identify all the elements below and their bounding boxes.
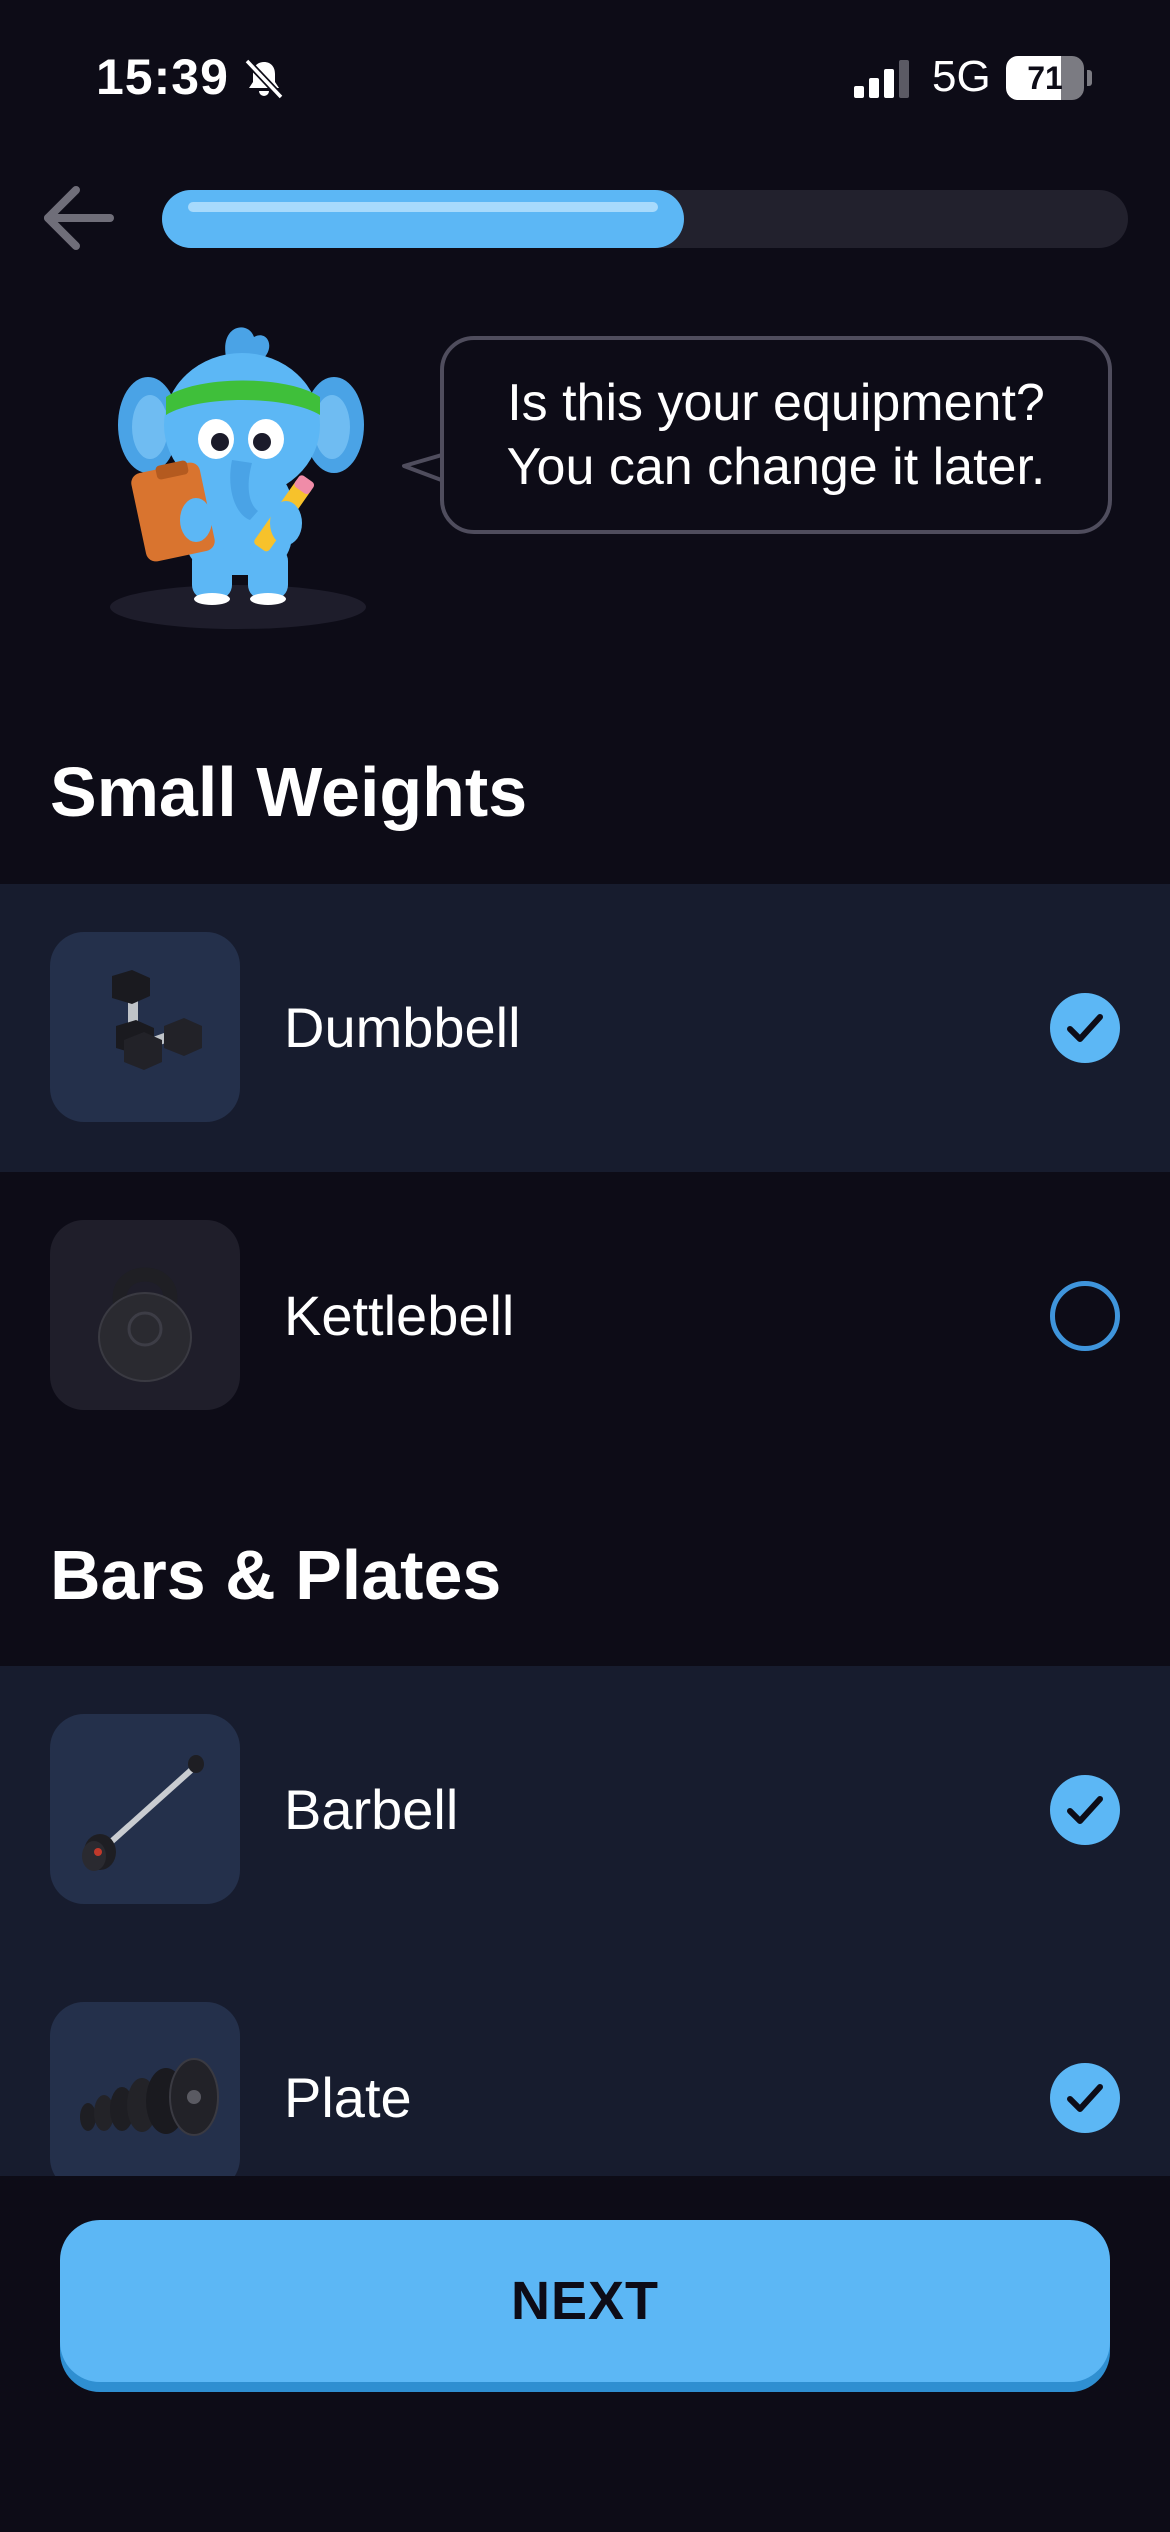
equipment-label: Dumbbell (284, 996, 521, 1059)
arrow-left-icon (44, 186, 114, 250)
equipment-label: Kettlebell (284, 1284, 515, 1347)
barbell-icon (50, 1714, 240, 1904)
battery-percent: 71 (1027, 60, 1063, 96)
progress-bar (162, 190, 1128, 248)
equipment-label: Barbell (284, 1778, 459, 1841)
next-button-label: NEXT (510, 2271, 660, 2331)
section-title-small-weights: Small Weights (50, 753, 528, 831)
network-label: 5G (932, 52, 991, 101)
battery-icon: 71 (1006, 56, 1092, 100)
speech-bubble: Is this your equipment? You can change i… (440, 336, 1112, 534)
equipment-row-kettlebell[interactable]: Kettlebell (0, 1172, 1170, 1460)
checkbox-checked[interactable] (1050, 2063, 1120, 2133)
status-time: 15:39 (96, 49, 229, 105)
checkbox-checked[interactable] (1050, 993, 1120, 1063)
elephant-mascot-icon (110, 327, 366, 629)
progress-fill (162, 190, 684, 248)
equipment-row-barbell[interactable]: Barbell (0, 1666, 1170, 1954)
checkbox-checked[interactable] (1050, 1775, 1120, 1845)
dumbbell-icon (50, 932, 240, 1122)
next-button[interactable]: NEXT (60, 2220, 1110, 2382)
kettlebell-icon (50, 1220, 240, 1410)
speech-line-1: Is this your equipment? (507, 374, 1045, 432)
equipment-row-dumbbell[interactable]: Dumbbell (0, 884, 1170, 1172)
checkmark-icon (1067, 2084, 1103, 2112)
section-title-bars-plates: Bars & Plates (50, 1536, 502, 1614)
plate-icon (50, 2002, 240, 2192)
checkmark-icon (1067, 1014, 1103, 1042)
back-button[interactable] (36, 176, 120, 260)
speech-line-2: You can change it later. (506, 438, 1046, 496)
status-bar: 15:39 5G 71 (0, 0, 1170, 150)
checkmark-icon (1067, 1796, 1103, 1824)
bell-slash-icon (244, 58, 284, 100)
checkbox-unchecked[interactable] (1050, 1281, 1120, 1351)
signal-icon (854, 60, 909, 98)
